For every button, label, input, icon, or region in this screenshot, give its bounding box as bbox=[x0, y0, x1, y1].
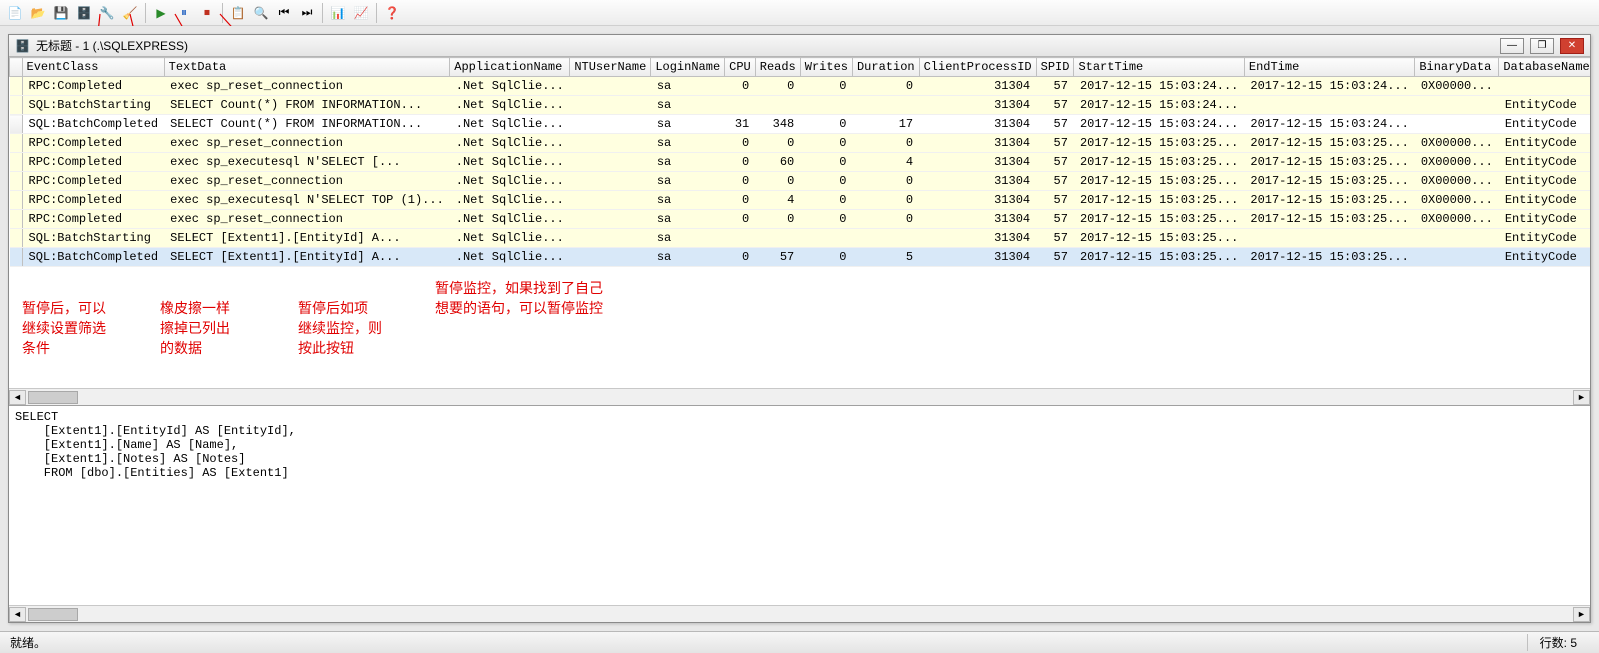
child-window-title: 无标题 - 1 (.\SQLEXPRESS) bbox=[36, 37, 188, 54]
column-header[interactable]: DatabaseName bbox=[1499, 58, 1590, 77]
detail-hscrollbar[interactable]: ◄► bbox=[9, 605, 1590, 622]
save-as-icon[interactable]: 🗄️ bbox=[73, 2, 95, 24]
status-bar: 就绪。 行数: 5 bbox=[0, 631, 1599, 653]
bookmark-prev-icon[interactable]: ⏮ bbox=[273, 2, 295, 24]
table-row[interactable]: RPC:Completedexec sp_reset_connection.Ne… bbox=[10, 172, 1591, 191]
copy-icon[interactable]: 📋 bbox=[227, 2, 249, 24]
sql-detail-pane[interactable]: SELECT [Extent1].[EntityId] AS [EntityId… bbox=[9, 405, 1590, 605]
trace-window: 🗄️ 无标题 - 1 (.\SQLEXPRESS) — ❐ ✕ EventCla… bbox=[8, 34, 1591, 623]
column-header[interactable]: LoginName bbox=[651, 58, 725, 77]
column-header[interactable]: CPU bbox=[725, 58, 756, 77]
status-row-count: 行数: 5 bbox=[1527, 634, 1589, 651]
column-header[interactable]: Reads bbox=[755, 58, 800, 77]
mdi-client-area: 🗄️ 无标题 - 1 (.\SQLEXPRESS) — ❐ ✕ EventCla… bbox=[0, 26, 1599, 631]
column-header[interactable]: EndTime bbox=[1244, 58, 1414, 77]
open-file-icon[interactable]: 📂 bbox=[27, 2, 49, 24]
grid-hscrollbar[interactable]: ◄► bbox=[9, 388, 1590, 405]
find-icon[interactable]: 🔍 bbox=[250, 2, 272, 24]
column-header[interactable]: EventClass bbox=[22, 58, 164, 77]
column-header[interactable]: Writes bbox=[800, 58, 852, 77]
column-header[interactable]: StartTime bbox=[1074, 58, 1244, 77]
table-row[interactable]: RPC:Completedexec sp_executesql N'SELECT… bbox=[10, 191, 1591, 210]
trace-grid-container[interactable]: EventClassTextDataApplicationNameNTUserN… bbox=[9, 57, 1590, 388]
table-row[interactable]: SQL:BatchStarting SELECT Count(*) FROM I… bbox=[10, 96, 1591, 115]
chart-icon[interactable]: 📈 bbox=[350, 2, 372, 24]
column-header[interactable]: BinaryData bbox=[1415, 58, 1499, 77]
table-row[interactable]: RPC:Completedexec sp_executesql N'SELECT… bbox=[10, 153, 1591, 172]
table-row[interactable]: SQL:BatchCompleted SELECT Count(*) FROM … bbox=[10, 115, 1591, 134]
table-row[interactable]: RPC:Completedexec sp_reset_connection.Ne… bbox=[10, 134, 1591, 153]
excel-icon[interactable]: 📊 bbox=[327, 2, 349, 24]
table-row[interactable]: SQL:BatchCompletedSELECT [Extent1].[Enti… bbox=[10, 248, 1591, 267]
save-icon[interactable]: 💾 bbox=[50, 2, 72, 24]
new-trace-icon[interactable]: 📄 bbox=[4, 2, 26, 24]
trace-grid[interactable]: EventClassTextDataApplicationNameNTUserN… bbox=[9, 57, 1590, 267]
column-header[interactable]: TextData bbox=[164, 58, 450, 77]
column-header[interactable]: ClientProcessID bbox=[919, 58, 1036, 77]
column-header[interactable]: Duration bbox=[852, 58, 919, 77]
properties-icon[interactable]: 🔧 bbox=[96, 2, 118, 24]
column-header[interactable]: NTUserName bbox=[570, 58, 651, 77]
help-icon[interactable]: ❓ bbox=[381, 2, 403, 24]
child-window-titlebar[interactable]: 🗄️ 无标题 - 1 (.\SQLEXPRESS) — ❐ ✕ bbox=[9, 35, 1590, 57]
table-row[interactable]: RPC:Completedexec sp_reset_connection.Ne… bbox=[10, 77, 1591, 96]
minimize-button[interactable]: — bbox=[1500, 38, 1524, 54]
maximize-button[interactable]: ❐ bbox=[1530, 38, 1554, 54]
column-header[interactable]: SPID bbox=[1036, 58, 1074, 77]
main-toolbar: 📄📂💾🗄️🔧🧹 ▶⏸⏹ 📋🔍⏮⏭ 📊📈 ❓ bbox=[0, 0, 1599, 26]
table-row[interactable]: RPC:Completedexec sp_reset_connection.Ne… bbox=[10, 210, 1591, 229]
trace-window-icon: 🗄️ bbox=[15, 39, 30, 53]
pause-icon[interactable]: ⏸ bbox=[173, 2, 195, 24]
table-row[interactable]: SQL:BatchStartingSELECT [Extent1].[Entit… bbox=[10, 229, 1591, 248]
stop-icon[interactable]: ⏹ bbox=[196, 2, 218, 24]
close-button[interactable]: ✕ bbox=[1560, 38, 1584, 54]
status-text: 就绪。 bbox=[10, 634, 46, 651]
play-icon[interactable]: ▶ bbox=[150, 2, 172, 24]
bookmark-next-icon[interactable]: ⏭ bbox=[296, 2, 318, 24]
column-header[interactable]: ApplicationName bbox=[450, 58, 570, 77]
eraser-icon[interactable]: 🧹 bbox=[119, 2, 141, 24]
